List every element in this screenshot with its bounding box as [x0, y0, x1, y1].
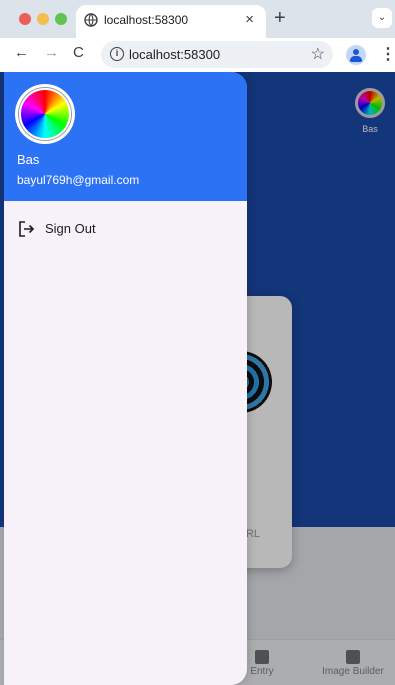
browser-toolbar: ← → C i localhost:58300 ☆ ⋮: [0, 38, 395, 72]
browser-tab-bar: localhost:58300 × + ⌄: [0, 0, 395, 38]
profile-avatar-icon[interactable]: [346, 45, 366, 65]
bookmark-star-icon[interactable]: ☆: [311, 44, 325, 64]
drawer-user-email: bayul769h@gmail.com: [17, 173, 140, 187]
logout-icon: [19, 221, 35, 237]
drawer-user-name: Bas: [17, 152, 40, 167]
new-tab-button[interactable]: +: [274, 7, 286, 30]
tab-title: localhost:58300: [104, 13, 189, 27]
browser-menu-icon[interactable]: ⋮: [380, 44, 395, 64]
navigation-drawer: Bas bayul769h@gmail.com Sign Out: [4, 72, 247, 685]
site-info-icon[interactable]: i: [110, 47, 124, 61]
window-maximize-button[interactable]: [55, 13, 67, 25]
window-minimize-button[interactable]: [37, 13, 49, 25]
reload-button[interactable]: C: [73, 44, 84, 61]
browser-tab[interactable]: localhost:58300 ×: [76, 5, 266, 38]
drawer-header: Bas bayul769h@gmail.com: [4, 72, 247, 201]
forward-button[interactable]: →: [44, 44, 59, 61]
page-viewport: Bas URL Entry Image Builder Bas bayul769…: [0, 72, 395, 685]
globe-icon: [84, 13, 98, 27]
sign-out-button[interactable]: Sign Out: [4, 212, 247, 248]
drawer-user-avatar[interactable]: [15, 84, 75, 144]
back-button[interactable]: ←: [14, 44, 29, 61]
window-close-button[interactable]: [19, 13, 31, 25]
color-wheel-icon: [19, 88, 71, 140]
address-bar[interactable]: i localhost:58300 ☆: [101, 41, 333, 68]
url-text[interactable]: localhost:58300: [129, 47, 220, 62]
sign-out-label: Sign Out: [45, 221, 96, 236]
tab-search-button[interactable]: ⌄: [372, 8, 392, 28]
tab-close-icon[interactable]: ×: [245, 11, 254, 28]
